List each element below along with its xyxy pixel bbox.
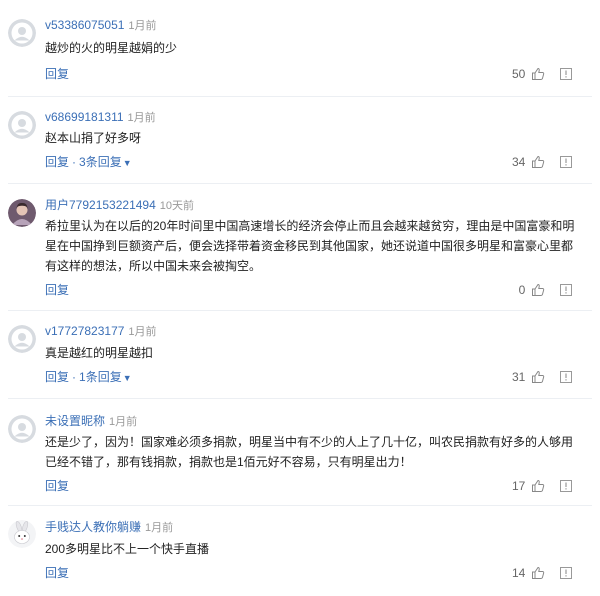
comment-header: v68699181311 1月前 bbox=[45, 108, 156, 126]
username[interactable]: v68699181311 bbox=[45, 110, 124, 124]
report-icon[interactable] bbox=[560, 370, 572, 383]
view-replies-button[interactable]: 1条回复▼ bbox=[79, 370, 132, 384]
thumbs-up-icon[interactable] bbox=[531, 67, 545, 81]
comment-actions: 回复 bbox=[45, 565, 69, 581]
username[interactable]: v53386075051 bbox=[45, 18, 124, 32]
report-icon[interactable] bbox=[560, 67, 572, 80]
username[interactable]: v17727823177 bbox=[45, 324, 124, 338]
comment-header: 手贱达人教你躺赚 1月前 bbox=[45, 518, 173, 536]
report-icon[interactable] bbox=[560, 283, 572, 296]
comment-header: 未设置昵称 1月前 bbox=[45, 412, 137, 430]
comment-text: 还是少了，因为！国家难必须多捐款，明星当中有不少的人上了几十亿，叫农民捐款有好多… bbox=[45, 435, 574, 469]
thumbs-up-icon[interactable] bbox=[531, 283, 545, 297]
avatar[interactable] bbox=[8, 415, 36, 443]
timestamp: 10天前 bbox=[159, 200, 195, 212]
replies-count: 3条回复 bbox=[79, 155, 122, 169]
portrait-avatar-icon bbox=[8, 199, 36, 227]
report-icon[interactable] bbox=[560, 155, 572, 168]
thumbs-up-icon[interactable] bbox=[531, 155, 545, 169]
default-avatar-icon bbox=[8, 415, 36, 443]
comment-text: 赵本山捐了好多呀 bbox=[45, 131, 142, 145]
comment-item: 用户7792153221494 10天前 希拉里认为在以后的20年时间里中国高速增… bbox=[0, 196, 600, 306]
comment-actions: 回复 · 3条回复▼ bbox=[45, 154, 132, 170]
default-avatar-icon bbox=[8, 19, 36, 47]
comment-actions: 回复 · 1条回复▼ bbox=[45, 369, 132, 385]
chevron-down-icon: ▼ bbox=[122, 158, 132, 168]
chevron-down-icon: ▼ bbox=[122, 373, 132, 383]
avatar[interactable] bbox=[8, 111, 36, 139]
view-replies-button[interactable]: 3条回复▼ bbox=[79, 155, 132, 169]
divider bbox=[8, 183, 592, 184]
comment-item: v68699181311 1月前 赵本山捐了好多呀 回复 · 3条回复▼ 34 bbox=[0, 108, 600, 192]
reply-button[interactable]: 回复 bbox=[45, 283, 69, 297]
comment-text: 真是越红的明星越扣 bbox=[45, 346, 154, 360]
divider bbox=[8, 505, 592, 506]
timestamp: 1月前 bbox=[127, 112, 156, 124]
replies-count: 1条回复 bbox=[79, 370, 122, 384]
reply-button[interactable]: 回复 bbox=[45, 479, 69, 493]
comment-text: 希拉里认为在以后的20年时间里中国高速增长的经济会停止而且会越来越贫穷，理由是中… bbox=[45, 219, 575, 273]
reply-button[interactable]: 回复 bbox=[45, 566, 69, 580]
like-count: 34 bbox=[511, 155, 526, 169]
avatar[interactable] bbox=[8, 199, 36, 227]
timestamp: 1月前 bbox=[128, 20, 157, 32]
divider bbox=[8, 96, 592, 97]
username[interactable]: 未设置昵称 bbox=[45, 414, 105, 428]
comment-item: 手贱达人教你躺赚 1月前 200多明星比不上一个快手直播 回复 14 bbox=[0, 518, 600, 596]
default-avatar-icon bbox=[8, 111, 36, 139]
divider bbox=[8, 310, 592, 311]
separator: · bbox=[72, 370, 77, 384]
rabbit-avatar-icon bbox=[8, 520, 36, 548]
timestamp: 1月前 bbox=[128, 326, 157, 338]
username[interactable]: 用户7792153221494 bbox=[45, 198, 156, 212]
comment-item: 未设置昵称 1月前 还是少了，因为！国家难必须多捐款，明星当中有不少的人上了几十亿… bbox=[0, 412, 600, 504]
comment-actions: 回复 bbox=[45, 478, 69, 494]
comment-metrics: 50 bbox=[512, 66, 572, 82]
comment-metrics: 17 bbox=[512, 478, 572, 494]
thumbs-up-icon[interactable] bbox=[531, 566, 545, 580]
like-count: 0 bbox=[518, 283, 526, 297]
default-avatar-icon bbox=[8, 325, 36, 353]
comment-item: v53386075051 1月前 越炒的火的明星越娟的少 回复 50 bbox=[0, 16, 600, 100]
comment-header: 用户7792153221494 10天前 bbox=[45, 196, 194, 214]
comment-metrics: 31 bbox=[512, 369, 572, 385]
avatar[interactable] bbox=[8, 520, 36, 548]
comment-header: v53386075051 1月前 bbox=[45, 16, 157, 34]
comment-actions: 回复 bbox=[45, 66, 69, 82]
reply-button[interactable]: 回复 bbox=[45, 370, 69, 384]
like-count: 31 bbox=[511, 370, 526, 384]
divider bbox=[8, 398, 592, 399]
like-count: 14 bbox=[511, 566, 526, 580]
comment-metrics: 0 bbox=[519, 282, 572, 298]
avatar[interactable] bbox=[8, 19, 36, 47]
comment-header: v17727823177 1月前 bbox=[45, 322, 157, 340]
comment-list: v53386075051 1月前 越炒的火的明星越娟的少 回复 50 v68699… bbox=[0, 0, 600, 596]
reply-button[interactable]: 回复 bbox=[45, 155, 69, 169]
username[interactable]: 手贱达人教你躺赚 bbox=[45, 520, 141, 534]
report-icon[interactable] bbox=[560, 566, 572, 579]
avatar[interactable] bbox=[8, 325, 36, 353]
comment-actions: 回复 bbox=[45, 282, 69, 298]
like-count: 17 bbox=[511, 479, 526, 493]
reply-button[interactable]: 回复 bbox=[45, 67, 69, 81]
like-count: 50 bbox=[511, 67, 526, 81]
timestamp: 1月前 bbox=[145, 522, 174, 534]
separator: · bbox=[72, 155, 77, 169]
report-icon[interactable] bbox=[560, 479, 572, 492]
comment-text: 越炒的火的明星越娟的少 bbox=[45, 41, 178, 55]
comment-text: 200多明星比不上一个快手直播 bbox=[45, 542, 210, 556]
comment-metrics: 14 bbox=[512, 565, 572, 581]
timestamp: 1月前 bbox=[109, 416, 138, 428]
comment-metrics: 34 bbox=[512, 154, 572, 170]
thumbs-up-icon[interactable] bbox=[531, 370, 545, 384]
comment-item: v17727823177 1月前 真是越红的明星越扣 回复 · 1条回复▼ 31 bbox=[0, 322, 600, 402]
thumbs-up-icon[interactable] bbox=[531, 479, 545, 493]
